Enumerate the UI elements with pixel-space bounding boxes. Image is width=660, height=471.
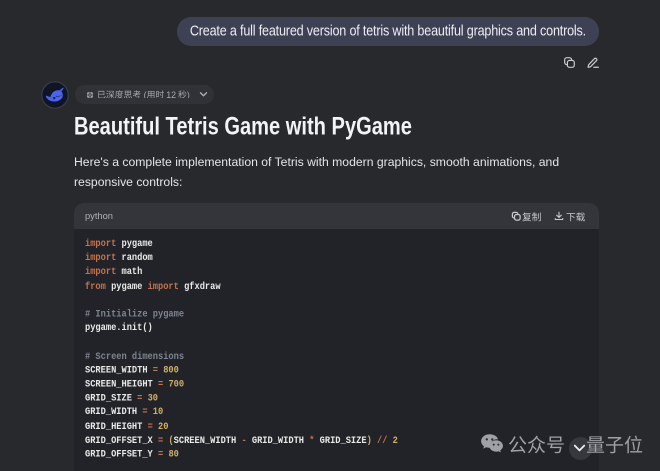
svg-text:): ) [187, 90, 190, 99]
svg-text:(: ( [144, 90, 147, 99]
svg-text:12: 12 [166, 90, 176, 99]
